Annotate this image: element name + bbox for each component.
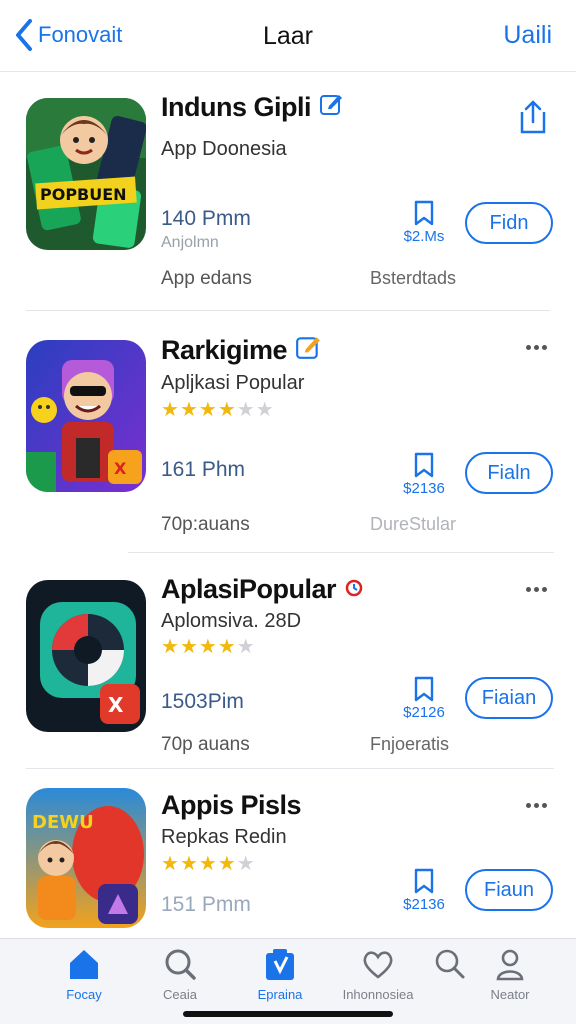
app-subtitle: Repkas Redin xyxy=(161,826,287,848)
app-meta-left: App edans xyxy=(161,268,252,289)
navigation-bar: Fonovait Laar Uaili xyxy=(0,0,576,72)
get-button[interactable]: Fiaian xyxy=(465,677,553,719)
bookmark-icon xyxy=(414,200,434,226)
tab-neator[interactable]: Neator xyxy=(470,947,550,1002)
tab-focay[interactable]: Focay xyxy=(44,947,124,1002)
app-subtitle: App Doonesia xyxy=(161,138,287,160)
nav-right-button[interactable]: Uaili xyxy=(503,21,552,50)
app-size: Anjolmn xyxy=(161,234,219,251)
rating-stars: ★ ★ ★ ★ ★ xyxy=(161,853,255,875)
heart-icon xyxy=(363,951,393,979)
edit-icon xyxy=(319,92,343,123)
person-icon xyxy=(496,949,524,981)
rating-stars: ★ ★ ★ ★ ★ xyxy=(161,636,255,658)
home-indicator xyxy=(183,1011,393,1017)
rating-stars: ★ ★ ★ ★ ★ ★ xyxy=(161,399,274,421)
page-title: Laar xyxy=(262,22,314,50)
app-title[interactable]: Rarkigime xyxy=(161,334,321,367)
app-meta-left: 70p:auans xyxy=(161,514,250,535)
app-meta-left: 70p auans xyxy=(161,734,250,755)
svg-text:X: X xyxy=(114,459,127,478)
bag-icon xyxy=(266,949,294,980)
bookmark-button[interactable]: $2136 xyxy=(398,868,450,913)
get-button[interactable]: Fialn xyxy=(465,452,553,494)
divider xyxy=(26,310,550,311)
app-subtitle: Apljkasi Popular xyxy=(161,372,305,394)
divider xyxy=(26,768,554,769)
more-icon[interactable] xyxy=(526,342,548,352)
bookmark-button[interactable]: $2126 xyxy=(398,676,450,721)
app-price-line: 151 Pmm xyxy=(161,893,251,916)
bookmark-icon xyxy=(414,868,434,894)
app-meta-right: DureStular xyxy=(370,514,457,534)
magnifier-icon xyxy=(435,949,465,979)
tab-inhonnosiea[interactable]: Inhonnosiea xyxy=(338,947,418,1002)
tab-epraina[interactable]: Epraina xyxy=(240,947,320,1002)
cartoon-character-icon[interactable]: X xyxy=(26,340,146,492)
get-button[interactable]: Fidn xyxy=(465,202,553,244)
bookmark-button[interactable]: $2136 xyxy=(398,452,450,497)
edit-icon xyxy=(295,334,321,367)
divider xyxy=(128,552,554,553)
app-meta-right: Bsterdtads xyxy=(370,268,457,288)
svg-text:X: X xyxy=(108,693,124,717)
app-subtitle: Aplomsiva. 28D xyxy=(161,610,302,632)
bookmark-price: $2136 xyxy=(403,480,445,497)
app-title[interactable]: Induns Gipli xyxy=(161,92,343,123)
tab-ceaia[interactable]: Ceaia xyxy=(140,947,220,1002)
more-icon[interactable] xyxy=(526,584,548,594)
bookmark-icon xyxy=(414,676,434,702)
more-icon[interactable] xyxy=(526,800,548,810)
clock-icon xyxy=(344,574,364,605)
camera-lens-icon[interactable]: X xyxy=(26,580,146,732)
get-button[interactable]: Fiaun xyxy=(465,869,553,911)
app-price-line: 1503Pim xyxy=(161,690,244,713)
kid-balloon-icon[interactable]: DEWU xyxy=(26,788,146,928)
bookmark-price: $2.Ms xyxy=(403,228,445,245)
bookmark-price: $2136 xyxy=(403,896,445,913)
bookmark-icon xyxy=(414,452,434,478)
bookmark-button[interactable]: $2.Ms xyxy=(398,200,450,245)
bookmark-price: $2126 xyxy=(403,704,445,721)
svg-text:DEWU: DEWU xyxy=(32,812,94,833)
app-price-line: 140 Pmm xyxy=(161,207,251,230)
search-icon xyxy=(165,949,196,980)
home-icon xyxy=(70,950,98,979)
svg-text:POPBUEN: POPBUEN xyxy=(40,185,127,204)
app-title[interactable]: Appis Pisls xyxy=(161,790,302,821)
app-meta-right: Fnjoeratis xyxy=(370,734,450,754)
app-price-line: 161 Phm xyxy=(161,458,246,481)
game-comic-icon[interactable]: POPBUEN xyxy=(26,98,146,250)
share-icon[interactable] xyxy=(516,98,550,136)
app-title[interactable]: AplasiPopular xyxy=(161,574,364,605)
